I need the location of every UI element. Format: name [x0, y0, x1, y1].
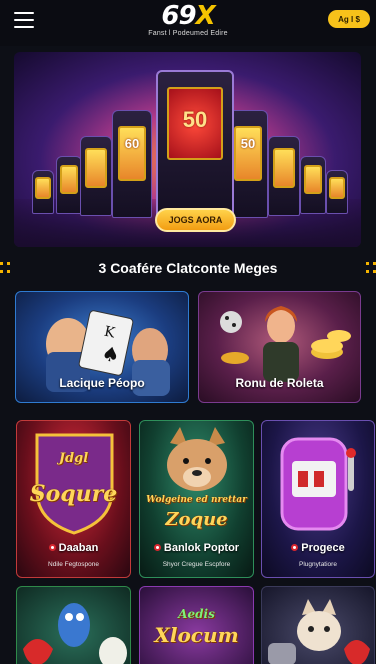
game-title: Daaban [17, 542, 130, 554]
slot-machine [56, 156, 82, 214]
logo-tagline: Fanst l Podeumed Edire [148, 30, 228, 37]
game-art-title: Xlocum [154, 623, 239, 647]
slot-machine [300, 156, 326, 214]
live-dot-icon [48, 544, 56, 551]
game-art-text: Jdgl [58, 451, 89, 466]
game-art-text: Aedis [178, 607, 215, 621]
game-card[interactable]: Wolgeine ed nrettar Zoque Banlok Poptor … [139, 420, 254, 578]
slot-machine-center: 50 [156, 70, 234, 220]
live-dot-icon [153, 544, 161, 551]
slot-machine [80, 136, 112, 216]
live-dot-icon [291, 544, 299, 551]
game-card[interactable]: Progece Plugnytatiore [261, 420, 375, 578]
logo-x: X [195, 1, 216, 31]
featured-card-title: Lacique Péopo [59, 376, 145, 390]
featured-card-title: Ronu de Roleta [235, 376, 324, 390]
slot-machine-icon [280, 437, 356, 531]
game-card[interactable]: Aedis Xlocum [139, 586, 254, 664]
section-title: 3 Coafére Clatconte Meges [98, 260, 278, 276]
top-bar: 69X Fanst l Podeumed Edire Ag l $ [0, 0, 376, 46]
game-subtitle: Shyor Cregue Escpfore [162, 561, 231, 568]
game-art-title: Zoque [165, 509, 228, 530]
game-title: Progece [262, 542, 374, 554]
game-subtitle: Plugnytatiore [299, 561, 337, 568]
featured-card-poker[interactable]: K ♠ Lacique Péopo [15, 291, 189, 403]
header-action-button[interactable]: Ag l $ [328, 10, 370, 28]
featured-card-roulette[interactable]: Ronu de Roleta [198, 291, 361, 403]
slot-machine [326, 170, 348, 214]
slot-machine [32, 170, 54, 214]
strawberry-mascot-icon [23, 603, 127, 664]
game-art-text: Wolgeine ed nrettar [146, 495, 247, 505]
slot-machine: 60 [112, 110, 152, 218]
game-card[interactable] [16, 586, 131, 664]
play-now-button[interactable]: JOGS AORA [155, 208, 236, 232]
game-art-title: Soqure [29, 481, 118, 507]
slot-machine: 50 [228, 110, 268, 218]
brand-logo[interactable]: 69X Fanst l Podeumed Edire [0, 2, 376, 38]
game-title: Banlok Poptor [140, 542, 253, 554]
game-card[interactable]: Jdgl Soqure Daaban Ndile Fegtospone [16, 420, 131, 578]
game-subtitle: Ndile Fegtospone [48, 561, 99, 568]
game-card[interactable] [261, 586, 375, 664]
slot-machine [268, 136, 300, 216]
cat-mascot-icon [268, 599, 370, 664]
hero-banner[interactable]: 60 50 50 JOGS AORA [14, 52, 361, 247]
logo-number: 69 [161, 1, 196, 31]
